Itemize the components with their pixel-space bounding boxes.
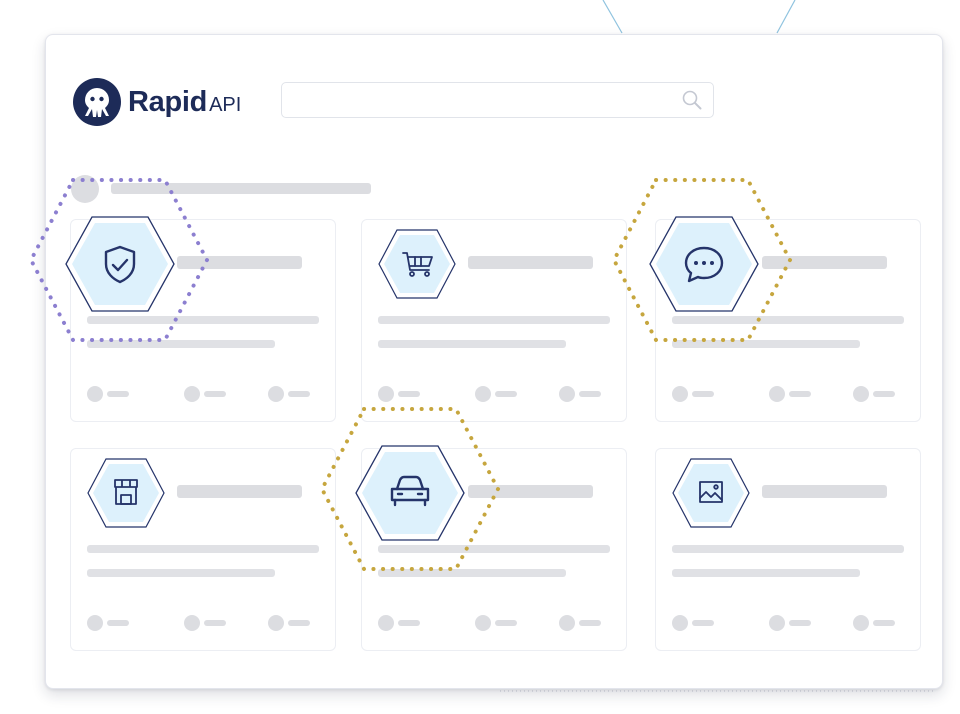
card-stat-placeholder — [475, 386, 521, 402]
search-icon[interactable] — [681, 89, 703, 111]
card-description-placeholder — [87, 569, 275, 577]
octopus-logo-icon — [73, 78, 121, 126]
card-description-placeholder — [672, 340, 860, 348]
card-stat-placeholder — [475, 615, 521, 631]
card-stat-placeholder — [87, 615, 133, 631]
card-stat-placeholder — [853, 615, 899, 631]
category-title-placeholder — [111, 183, 371, 194]
app-window: Rapid API — [45, 34, 943, 689]
card-stat-placeholder — [853, 386, 899, 402]
card-stat-placeholder — [268, 615, 314, 631]
card-stat-placeholder — [378, 386, 424, 402]
card-description-placeholder — [378, 569, 566, 577]
card-title-placeholder — [177, 485, 302, 498]
card-stat-placeholder — [559, 615, 605, 631]
card-stat-placeholder — [87, 386, 133, 402]
card-description-placeholder — [378, 340, 566, 348]
card-stat-placeholder — [184, 615, 230, 631]
card-description-placeholder — [672, 545, 904, 553]
api-card-security[interactable] — [65, 216, 336, 422]
hexagon-badge — [378, 229, 456, 299]
card-stat-placeholder — [378, 615, 424, 631]
search-input[interactable] — [282, 83, 672, 116]
hexagon-badge — [355, 445, 465, 541]
card-title-placeholder — [762, 256, 887, 269]
card-title-placeholder — [762, 485, 887, 498]
card-title-placeholder — [468, 256, 593, 269]
category-heading-placeholder — [71, 175, 391, 203]
api-card-commerce[interactable] — [361, 219, 627, 422]
card-description-placeholder — [378, 316, 610, 324]
category-avatar-placeholder — [71, 175, 99, 203]
card-description-placeholder — [672, 569, 860, 577]
rapidapi-logo[interactable]: Rapid API — [72, 77, 241, 127]
logo-text-api: API — [209, 93, 242, 116]
card-stat-placeholder — [268, 386, 314, 402]
card-stat-placeholder — [184, 386, 230, 402]
logo-wordmark: Rapid API — [128, 85, 242, 118]
card-title-placeholder — [177, 256, 302, 269]
logo-text-rapid: Rapid — [128, 85, 208, 118]
card-stat-placeholder — [559, 386, 605, 402]
card-description-placeholder — [87, 316, 319, 324]
card-stat-placeholder — [672, 615, 718, 631]
card-description-placeholder — [87, 545, 319, 553]
card-title-placeholder — [468, 485, 593, 498]
hexagon-badge — [649, 216, 759, 312]
api-card-automotive[interactable] — [355, 445, 627, 651]
card-description-placeholder — [672, 316, 904, 324]
api-card-store[interactable] — [70, 448, 336, 651]
card-description-placeholder — [378, 545, 610, 553]
card-description-placeholder — [87, 340, 275, 348]
hexagon-badge — [65, 216, 175, 312]
api-card-messaging[interactable] — [649, 216, 921, 422]
api-card-media[interactable] — [655, 448, 921, 651]
search-box — [281, 82, 714, 118]
card-stat-placeholder — [769, 386, 815, 402]
card-stat-placeholder — [672, 386, 718, 402]
hexagon-badge — [672, 458, 750, 528]
card-stat-placeholder — [769, 615, 815, 631]
hexagon-badge — [87, 458, 165, 528]
